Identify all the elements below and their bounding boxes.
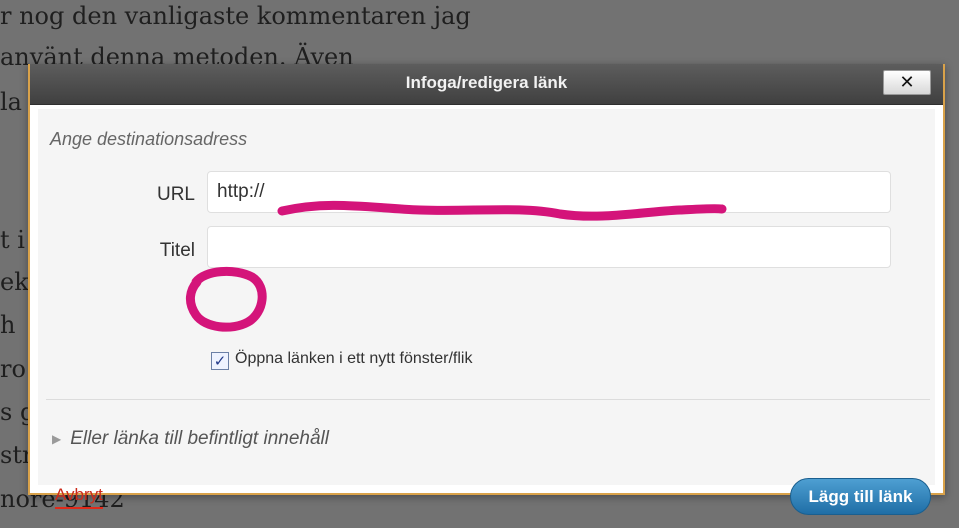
existing-content-label: Eller länka till befintligt innehåll [70,428,329,449]
bg-line: r nog den vanligaste kommentaren jag [0,2,471,30]
url-input[interactable]: http:// [207,171,891,213]
checkmark-icon: ✓ [213,351,227,370]
new-window-label[interactable]: Öppna länken i ett nytt fönster/flik [235,350,472,368]
section-divider [46,399,930,400]
triangle-right-icon: ▶ [52,432,62,446]
title-label: Titel [159,240,195,261]
new-window-checkbox[interactable]: ✓ [211,352,229,370]
close-icon: ✕ [899,71,915,93]
dialog-titlebar[interactable]: Infoga/redigera länk ✕ [30,64,943,105]
bg-line: t i [0,226,25,254]
title-input[interactable] [207,226,891,268]
bg-line: ek [0,268,29,296]
url-label: URL [156,184,195,205]
insert-link-dialog: Infoga/redigera länk ✕ Ange destinations… [28,64,945,515]
bg-line: h [0,311,16,339]
existing-content-toggle[interactable]: ▶ Eller länka till befintligt innehåll [52,428,329,450]
bg-line: ro [0,355,26,383]
close-button[interactable]: ✕ [883,70,931,95]
bg-line: la [0,88,22,116]
cancel-link[interactable]: Avbryt [55,485,103,509]
section-title: Ange destinationsadress [50,129,248,149]
dialog-title: Infoga/redigera länk [405,73,568,92]
add-link-button[interactable]: Lägg till länk [790,478,931,515]
url-value: http:// [217,181,265,202]
link-options-panel: Ange destinationsadress URL http:// Tite… [38,109,935,515]
